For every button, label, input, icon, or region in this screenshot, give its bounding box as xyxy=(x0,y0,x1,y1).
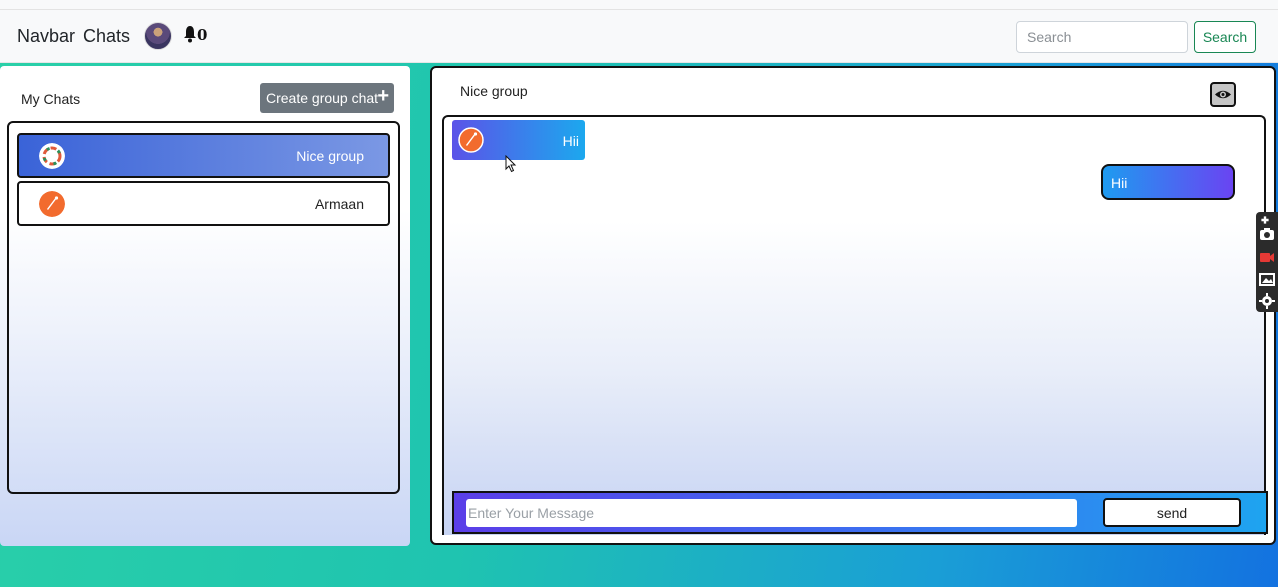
sender-avatar-icon xyxy=(458,127,484,153)
plus-icon: + xyxy=(377,85,389,107)
notification-count: 0 xyxy=(197,26,208,44)
create-group-chat-label: Create group chat xyxy=(266,90,379,106)
group-avatar-icon xyxy=(39,143,65,169)
navbar: Navbar Chats 0 Search xyxy=(0,10,1278,63)
message-bubble-sent: Hii xyxy=(1101,164,1235,200)
eye-icon xyxy=(1215,90,1231,99)
message-text: Hii xyxy=(1111,175,1128,191)
bell-icon[interactable] xyxy=(183,24,197,44)
my-chats-title: My Chats xyxy=(21,91,81,107)
send-button[interactable]: send xyxy=(1103,498,1241,527)
message-area[interactable]: Hii Hii xyxy=(442,115,1266,535)
chat-title: Nice group xyxy=(460,83,528,99)
navbar-brand[interactable]: Navbar xyxy=(17,26,75,47)
camera-icon[interactable] xyxy=(1259,226,1275,242)
chat-panel: Nice group Hii Hii send xyxy=(430,66,1276,545)
screen-recorder-toolbar xyxy=(1256,212,1278,312)
chat-name: Armaan xyxy=(314,196,364,212)
chat-list-item-armaan[interactable]: Armaan xyxy=(17,181,390,226)
search-button[interactable]: Search xyxy=(1194,21,1256,53)
view-group-button[interactable] xyxy=(1210,82,1236,107)
user-avatar-icon xyxy=(39,191,65,217)
nav-chats-link[interactable]: Chats xyxy=(83,26,130,47)
message-bubble-received: Hii xyxy=(452,120,585,160)
video-record-icon[interactable] xyxy=(1259,249,1275,265)
my-chats-panel: My Chats Create group chat + Nice group … xyxy=(0,66,410,546)
message-input[interactable] xyxy=(466,499,1077,527)
chat-name: Nice group xyxy=(296,148,364,164)
message-text: Hii xyxy=(562,133,579,149)
gallery-icon[interactable] xyxy=(1259,271,1275,287)
create-group-chat-button[interactable]: Create group chat + xyxy=(260,83,394,113)
gear-icon[interactable] xyxy=(1259,293,1275,309)
chat-list: Nice group Armaan xyxy=(7,121,400,494)
mouse-cursor-icon xyxy=(505,155,517,173)
top-strip xyxy=(0,0,1278,10)
search-input[interactable] xyxy=(1016,21,1188,53)
chat-list-item-nice-group[interactable]: Nice group xyxy=(17,133,390,178)
message-composer: send xyxy=(452,491,1268,534)
user-avatar[interactable] xyxy=(144,22,172,50)
